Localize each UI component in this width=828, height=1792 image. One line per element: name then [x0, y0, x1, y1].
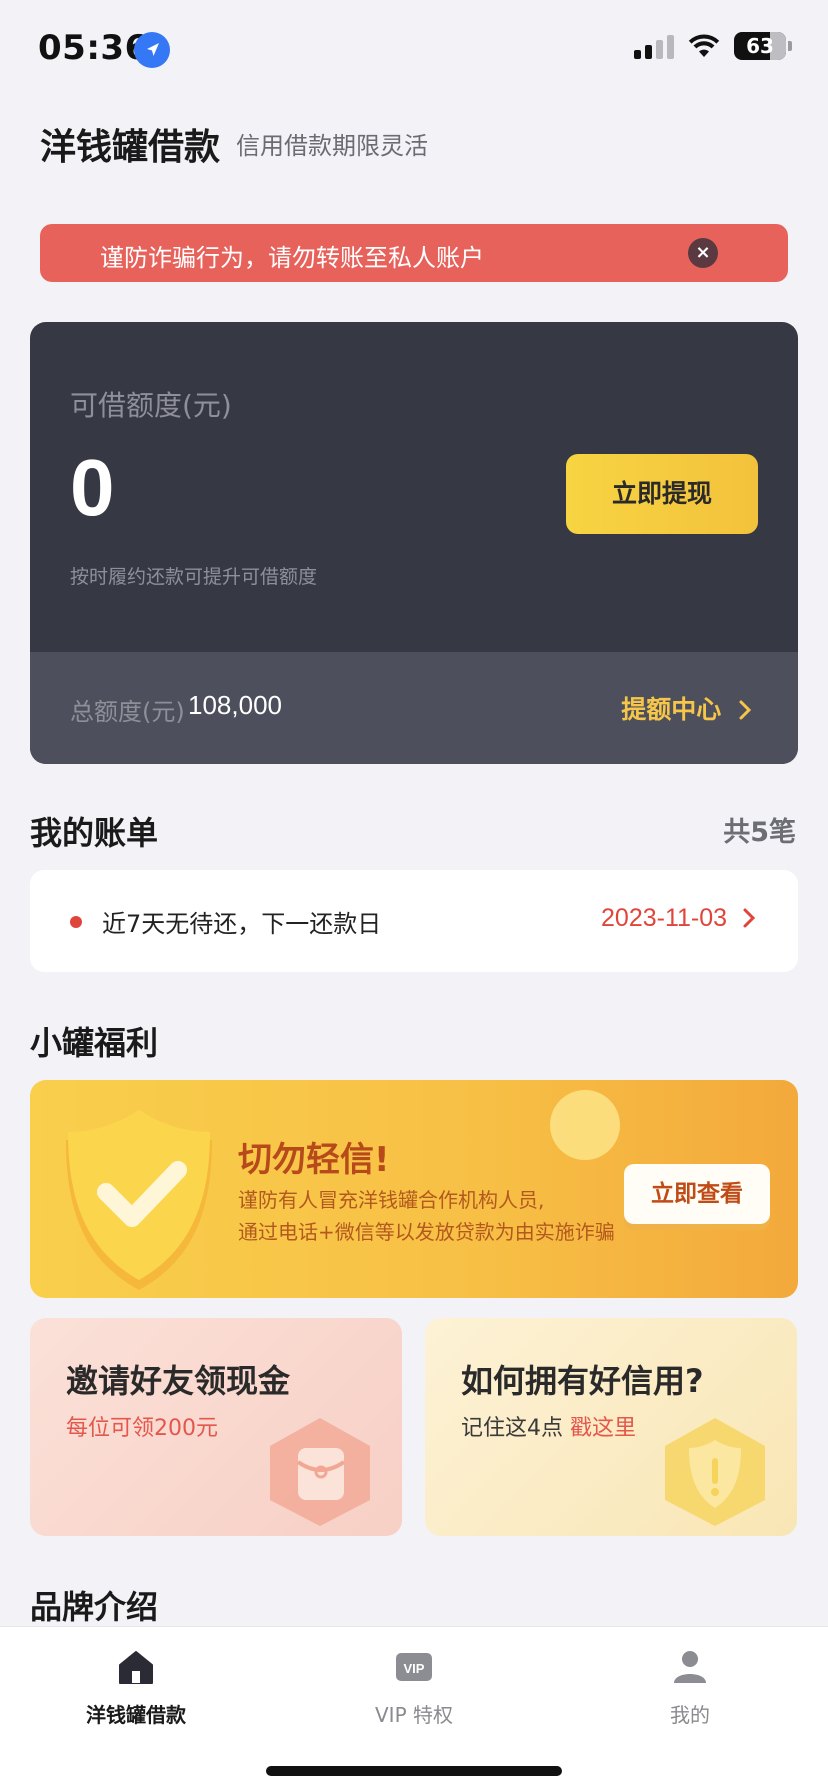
- bill-summary-card[interactable]: 近7天无待还，下一还款日 2023-11-03: [30, 870, 798, 972]
- tab-loan-label: 洋钱罐借款: [86, 1703, 186, 1727]
- tab-vip-label: VIP 特权: [375, 1703, 453, 1727]
- bill-summary-text: 近7天无待还，下一还款日: [102, 910, 382, 938]
- withdraw-button[interactable]: 立即提现: [566, 454, 758, 534]
- banner-desc-line-2: 通过电话+微信等以发放贷款为由实施诈骗: [238, 1220, 615, 1244]
- total-credit-bar: 总额度(元) 108,000 提额中心: [30, 652, 798, 764]
- good-credit-title: 如何拥有好信用?: [461, 1362, 704, 1400]
- available-credit-label: 可借额度(元): [70, 389, 232, 422]
- shield-exclamation-icon: [665, 1418, 765, 1526]
- battery-icon: 63: [734, 32, 786, 60]
- invite-friends-card[interactable]: 邀请好友领现金 每位可领200元: [30, 1318, 402, 1536]
- battery-tip: [788, 41, 792, 51]
- banner-description: 谨防有人冒充洋钱罐合作机构人员, 通过电话+微信等以发放贷款为由实施诈骗: [238, 1184, 615, 1248]
- invite-title: 邀请好友领现金: [66, 1362, 291, 1400]
- repayment-date-text: 2023-11-03: [601, 904, 728, 932]
- good-credit-text: 记住这4点: [461, 1416, 563, 1441]
- tab-mine[interactable]: 我的: [590, 1647, 790, 1728]
- invite-subtitle: 每位可领200元: [66, 1416, 218, 1441]
- chevron-right-icon: [739, 700, 752, 720]
- shield-check-icon: [66, 1110, 212, 1290]
- tab-mine-label: 我的: [670, 1703, 710, 1727]
- status-time: 05:36: [38, 28, 149, 68]
- status-bar: 05:36 63: [0, 0, 828, 100]
- total-credit-value: 108,000: [188, 690, 282, 720]
- credit-center-label: 提额中心: [621, 695, 722, 724]
- home-icon: [119, 1651, 153, 1684]
- tap-here-link[interactable]: 戳这里: [570, 1416, 636, 1441]
- location-arrow-icon: [134, 32, 170, 68]
- page-title: 洋钱罐借款: [40, 127, 221, 168]
- good-credit-subtitle: 记住这4点 戳这里: [461, 1410, 636, 1442]
- svg-text:VIP: VIP: [404, 1661, 425, 1676]
- benefits-section-title: 小罐福利: [30, 1024, 159, 1062]
- credit-center-link[interactable]: 提额中心: [621, 690, 754, 726]
- battery-level: 63: [746, 34, 774, 58]
- decorative-glow: [550, 1090, 620, 1160]
- home-indicator[interactable]: [266, 1766, 562, 1776]
- bill-count[interactable]: 共5笔: [723, 810, 796, 849]
- available-credit-amount: 0: [70, 443, 115, 532]
- banner-title: 切勿轻信!: [238, 1140, 390, 1180]
- view-now-button[interactable]: 立即查看: [624, 1164, 770, 1224]
- good-credit-card[interactable]: 如何拥有好信用? 记住这4点 戳这里: [425, 1318, 797, 1536]
- close-icon[interactable]: ×: [688, 238, 718, 268]
- user-icon: [674, 1651, 706, 1683]
- cellular-signal-icon: [634, 33, 674, 59]
- next-repayment-date: 2023-11-03: [601, 904, 758, 933]
- chevron-right-icon: [743, 908, 756, 928]
- brand-section-title: 品牌介绍: [30, 1588, 159, 1626]
- fraud-warning-text: 谨防诈骗行为，请勿转账至私人账户: [100, 244, 484, 272]
- tab-vip[interactable]: VIP VIP 特权: [314, 1647, 514, 1728]
- status-dot: [70, 916, 82, 928]
- page-subtitle: 信用借款期限灵活: [236, 132, 428, 160]
- banner-desc-line-1: 谨防有人冒充洋钱罐合作机构人员,: [238, 1188, 545, 1212]
- fraud-warning-banner: 谨防诈骗行为，请勿转账至私人账户 ×: [40, 224, 788, 282]
- vip-icon: VIP: [396, 1653, 432, 1681]
- tab-loan[interactable]: 洋钱罐借款: [36, 1647, 236, 1728]
- anti-fraud-banner[interactable]: 切勿轻信! 谨防有人冒充洋钱罐合作机构人员, 通过电话+微信等以发放贷款为由实施…: [30, 1080, 798, 1298]
- bills-section-title: 我的账单: [30, 814, 159, 852]
- wifi-icon: [688, 34, 720, 57]
- status-icons: 63: [634, 32, 792, 60]
- credit-limit-card: 可借额度(元) 0 按时履约还款可提升可借额度 立即提现 总额度(元) 108,…: [30, 322, 798, 764]
- credit-hint: 按时履约还款可提升可借额度: [70, 566, 318, 588]
- total-credit-label: 总额度(元): [70, 698, 185, 726]
- red-envelope-icon: [270, 1418, 370, 1526]
